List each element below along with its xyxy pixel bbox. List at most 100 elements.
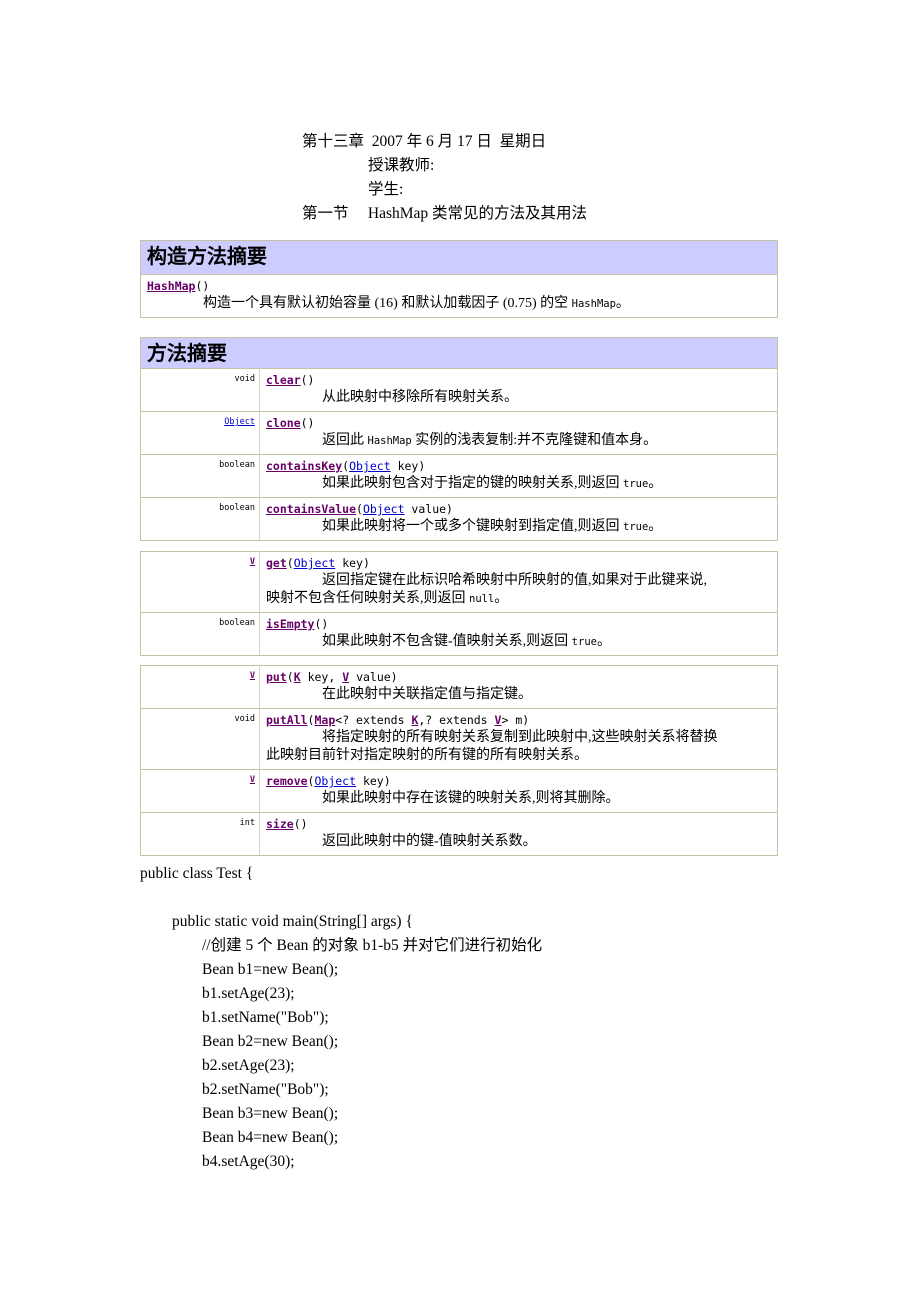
method-cell-size: size() 返回此映射中的键-值映射关系数。 — [259, 812, 778, 856]
method-description: 在此映射中关联指定值与指定键。 — [322, 687, 532, 702]
paren-open: ( — [286, 670, 294, 684]
code-line: Bean b3=new Bean(); — [202, 1105, 339, 1122]
desc-pre: 如果此映射将一个或多个键映射到指定值,则返回 — [322, 519, 623, 534]
return-type-link-v[interactable]: V — [250, 557, 255, 567]
method-summary-group-2: V get(Object key) 返回指定键在此标识哈希映射中所映射的值,如果… — [140, 551, 778, 656]
heading-line-section: 第一节 HashMap 类常见的方法及其用法 — [302, 205, 588, 222]
method-cell-putall: putAll(Map<? extends K,? extends V> m) 将… — [259, 708, 778, 770]
method-link-remove[interactable]: remove — [266, 774, 308, 788]
method-args: > m) — [501, 713, 530, 727]
method-link-containskey[interactable]: containsKey — [266, 459, 342, 473]
method-args: () — [314, 617, 329, 631]
method-description: 从此映射中移除所有映射关系。 — [322, 390, 518, 405]
desc-pre: 构造一个具有默认初始容量 (16) 和默认加载因子 (0.75) 的空 — [203, 296, 572, 311]
method-signature: get(Object key) — [266, 556, 370, 570]
paren-open: ( — [356, 502, 363, 516]
code-line: public class Test { — [140, 865, 254, 882]
method-signature: containsKey(Object key) — [266, 459, 425, 473]
table-row: void clear() 从此映射中移除所有映射关系。 — [140, 368, 778, 412]
return-type-cell: V — [140, 551, 260, 613]
method-args: () — [300, 373, 315, 387]
method-cell-clear: clear() 从此映射中移除所有映射关系。 — [259, 368, 778, 412]
desc-post: 。 — [596, 634, 611, 649]
constructor-summary-table: 构造方法摘要 HashMap() 构造一个具有默认初始容量 (16) 和默认加载… — [140, 240, 778, 318]
table-row: void putAll(Map<? extends K,? extends V>… — [140, 708, 778, 770]
param-type-link-map[interactable]: Map — [314, 713, 335, 727]
sig-generic-b: ,? extends — [418, 713, 495, 727]
constructor-args: () — [195, 279, 210, 293]
desc-pre: 如果此映射不包含键-值映射关系,则返回 — [322, 634, 572, 649]
return-type-boolean: boolean — [219, 460, 255, 470]
method-cell-containsvalue: containsValue(Object value) 如果此映射将一个或多个键… — [259, 497, 778, 541]
method-link-putall[interactable]: putAll — [266, 713, 308, 727]
code-line: Bean b1=new Bean(); — [202, 961, 339, 978]
method-signature: putAll(Map<? extends K,? extends V> m) — [266, 713, 529, 727]
param-type-link-k[interactable]: K — [294, 670, 301, 684]
table-row: V get(Object key) 返回指定键在此标识哈希映射中所映射的值,如果… — [140, 551, 778, 613]
method-link-get[interactable]: get — [266, 556, 287, 570]
method-summary-banner-table: 方法摘要 — [140, 337, 778, 372]
method-args: value) — [349, 670, 398, 684]
code-line: b1.setName("Bob"); — [202, 1009, 329, 1026]
method-description-line2: 映射不包含任何映射关系,则返回 null。 — [266, 590, 773, 608]
return-type-link-v[interactable]: V — [250, 775, 255, 785]
heading-line-student: 学生: — [368, 181, 404, 198]
method-cell-get: get(Object key) 返回指定键在此标识哈希映射中所映射的值,如果对于… — [259, 551, 778, 613]
method-link-containsvalue[interactable]: containsValue — [266, 502, 356, 516]
table-row: int size() 返回此映射中的键-值映射关系数。 — [140, 812, 778, 856]
method-link-clone[interactable]: clone — [266, 416, 301, 430]
method-cell-clone: clone() 返回此 HashMap 实例的浅表复制:并不克隆键和值本身。 — [259, 411, 778, 455]
return-type-cell: void — [140, 708, 260, 770]
desc-mono: true — [571, 636, 597, 648]
return-type-cell: V — [140, 769, 260, 813]
java-code-block: public class Test { public static void m… — [140, 862, 780, 1174]
desc-post: 实例的浅表复制:并不克隆键和值本身。 — [411, 433, 658, 448]
method-cell-put: put(K key, V value) 在此映射中关联指定值与指定键。 — [259, 665, 778, 709]
return-type-link-object[interactable]: Object — [224, 417, 255, 427]
method-summary-banner-row: 方法摘要 — [140, 337, 778, 372]
param-type-link-object[interactable]: Object — [363, 502, 405, 516]
return-type-cell: Object — [140, 411, 260, 455]
return-type-boolean: boolean — [219, 503, 255, 513]
method-signature: containsValue(Object value) — [266, 502, 453, 516]
method-description: 如果此映射将一个或多个键映射到指定值,则返回 true。 — [266, 518, 773, 536]
table-row: boolean containsKey(Object key) 如果此映射包含对… — [140, 454, 778, 498]
param-type-link-object[interactable]: Object — [349, 459, 391, 473]
desc-post: 。 — [615, 296, 630, 311]
constructor-link-hashmap[interactable]: HashMap — [147, 279, 195, 293]
return-type-cell: V — [140, 665, 260, 709]
code-line: b2.setName("Bob"); — [202, 1081, 329, 1098]
method-summary-group-1: void clear() 从此映射中移除所有映射关系。 Object clone… — [140, 368, 778, 541]
method-description: 返回此映射中的键-值映射关系数。 — [322, 834, 537, 849]
return-type-cell: boolean — [140, 612, 260, 656]
desc2-pre: 映射不包含任何映射关系,则返回 — [266, 591, 469, 606]
method-description: 如果此映射不包含键-值映射关系,则返回 true。 — [266, 633, 773, 651]
table-row: boolean containsValue(Object value) 如果此映… — [140, 497, 778, 541]
param-type-link-object[interactable]: Object — [314, 774, 356, 788]
sig-generic-a: <? extends — [335, 713, 412, 727]
method-link-size[interactable]: size — [266, 817, 294, 831]
method-summary-banner: 方法摘要 — [140, 337, 778, 372]
method-description: 返回此 HashMap 实例的浅表复制:并不克隆键和值本身。 — [266, 432, 773, 450]
code-line: public static void main(String[] args) { — [172, 913, 413, 930]
method-link-put[interactable]: put — [266, 670, 287, 684]
method-link-isempty[interactable]: isEmpty — [266, 617, 314, 631]
table-row: Object clone() 返回此 HashMap 实例的浅表复制:并不克隆键… — [140, 411, 778, 455]
method-args: () — [300, 416, 315, 430]
return-type-link-v[interactable]: V — [250, 671, 255, 681]
desc-pre: 如果此映射包含对于指定的键的映射关系,则返回 — [322, 476, 623, 491]
return-type-cell: boolean — [140, 454, 260, 498]
method-signature: remove(Object key) — [266, 774, 391, 788]
method-args: () — [293, 817, 308, 831]
heading-line-teacher: 授课教师: — [368, 157, 435, 174]
code-line: Bean b4=new Bean(); — [202, 1129, 339, 1146]
param-type-link-object[interactable]: Object — [294, 556, 336, 570]
desc2-post: 。 — [494, 591, 509, 606]
desc-mono: HashMap — [367, 435, 412, 447]
method-link-clear[interactable]: clear — [266, 373, 301, 387]
method-cell-isempty: isEmpty() 如果此映射不包含键-值映射关系,则返回 true。 — [259, 612, 778, 656]
constructor-cell-hashmap: HashMap() 构造一个具有默认初始容量 (16) 和默认加载因子 (0.7… — [140, 274, 778, 318]
code-line: b2.setAge(23); — [202, 1057, 295, 1074]
return-type-void: void — [234, 714, 255, 724]
